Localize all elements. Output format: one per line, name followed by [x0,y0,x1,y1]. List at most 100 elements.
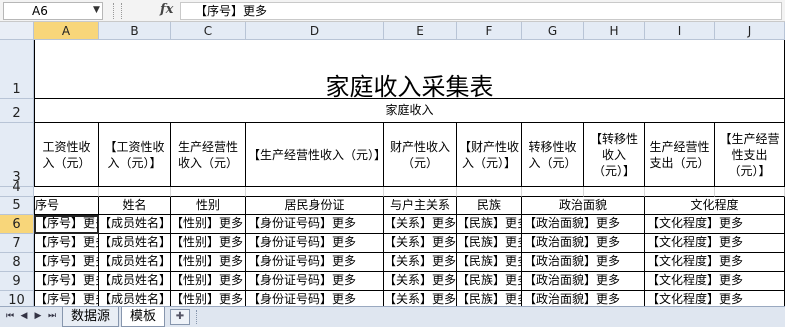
member-cell-gender[interactable]: 【性别】更多 [171,215,246,234]
row-header-6[interactable]: 6 [0,215,34,234]
member-cell-political[interactable]: 【政治面貌】更多 [522,272,645,291]
income-header[interactable]: 【转移性收入（元）】 [584,123,645,187]
member-header-gender[interactable]: 性别 [171,197,246,215]
section-header-family-income[interactable]: 家庭收入 [34,99,785,123]
member-cell-ethnicity[interactable]: 【民族】更多 [457,234,522,253]
income-header[interactable]: 生产经营性支出（元） [645,123,715,187]
row-header-8[interactable]: 8 [0,253,34,272]
report-title[interactable]: 家庭收入采集表 [34,40,785,99]
column-header-i[interactable]: I [645,22,715,40]
new-sheet-icon[interactable]: ✚ [170,309,190,325]
member-cell-id-card[interactable]: 【身份证号码】更多 [246,253,384,272]
blank-cell[interactable] [99,187,171,197]
member-cell-gender[interactable]: 【性别】更多 [171,234,246,253]
member-cell-gender[interactable]: 【性别】更多 [171,253,246,272]
income-header[interactable]: 【生产经营性收入（元）】 [246,123,384,187]
blank-cell[interactable] [34,187,99,197]
member-cell-seq[interactable]: 【序号】更多 [34,253,99,272]
member-cell-seq[interactable]: 【序号】更多 [34,234,99,253]
member-cell-gender[interactable]: 【性别】更多 [171,272,246,291]
income-header[interactable]: 工资性收入（元） [34,123,99,187]
sheet-tab-template[interactable]: 模板 [121,307,166,327]
income-header[interactable]: 财产性收入（元） [384,123,457,187]
income-header[interactable]: 生产经营性收入（元） [171,123,246,187]
member-cell-name[interactable]: 【成员姓名】 [99,253,171,272]
column-header-a[interactable]: A [34,22,99,40]
column-header-f[interactable]: F [457,22,522,40]
member-cell-education[interactable]: 【文化程度】更多 [645,253,785,272]
formula-bar-splitter[interactable] [113,3,122,19]
member-header-id-card[interactable]: 居民身份证 [246,197,384,215]
formula-input[interactable]: 【序号】更多 [180,2,782,20]
member-cell-ethnicity[interactable]: 【民族】更多 [457,272,522,291]
member-cell-ethnicity[interactable]: 【民族】更多 [457,215,522,234]
column-header-e[interactable]: E [384,22,457,40]
member-header-relation[interactable]: 与户主关系 [384,197,457,215]
member-cell-relation[interactable]: 【关系】更多 [384,291,457,306]
member-header-ethnicity[interactable]: 民族 [457,197,522,215]
member-cell-name[interactable]: 【成员姓名】 [99,291,171,306]
column-header-g[interactable]: G [522,22,584,40]
member-cell-name[interactable]: 【成员姓名】 [99,215,171,234]
member-cell-education[interactable]: 【文化程度】更多 [645,215,785,234]
row-header-1[interactable]: 1 [0,40,34,99]
member-cell-education[interactable]: 【文化程度】更多 [645,234,785,253]
income-header[interactable]: 【工资性收入（元）】 [99,123,171,187]
blank-cell[interactable] [522,187,584,197]
column-header-c[interactable]: C [171,22,246,40]
member-cell-relation[interactable]: 【关系】更多 [384,272,457,291]
column-header-b[interactable]: B [99,22,171,40]
member-cell-political[interactable]: 【政治面貌】更多 [522,291,645,306]
member-cell-ethnicity[interactable]: 【民族】更多 [457,253,522,272]
column-header-d[interactable]: D [246,22,384,40]
column-header-h[interactable]: H [584,22,645,40]
row-header-5[interactable]: 5 [0,197,34,215]
member-cell-id-card[interactable]: 【身份证号码】更多 [246,291,384,306]
name-box[interactable]: A6 [3,2,103,20]
member-cell-relation[interactable]: 【关系】更多 [384,234,457,253]
column-header-j[interactable]: J [715,22,785,40]
member-cell-political[interactable]: 【政治面貌】更多 [522,215,645,234]
member-cell-name[interactable]: 【成员姓名】 [99,272,171,291]
member-cell-education[interactable]: 【文化程度】更多 [645,291,785,306]
member-cell-id-card[interactable]: 【身份证号码】更多 [246,215,384,234]
member-cell-education[interactable]: 【文化程度】更多 [645,272,785,291]
last-sheet-icon[interactable]: ⏭ [46,311,58,321]
income-header[interactable]: 【财产性收入（元）】 [457,123,522,187]
member-cell-relation[interactable]: 【关系】更多 [384,215,457,234]
member-header-seq[interactable]: 序号 [34,197,99,215]
chevron-down-icon[interactable]: ▼ [93,5,100,15]
row-header-3[interactable]: 3 [0,123,34,187]
first-sheet-icon[interactable]: ⏮ [4,311,16,321]
income-header[interactable]: 【生产经营性支出（元）】 [715,123,785,187]
member-cell-gender[interactable]: 【性别】更多 [171,291,246,306]
row-header-7[interactable]: 7 [0,234,34,253]
row-header-9[interactable]: 9 [0,272,34,291]
member-cell-political[interactable]: 【政治面貌】更多 [522,234,645,253]
member-header-political[interactable]: 政治面貌 [522,197,645,215]
member-header-name[interactable]: 姓名 [99,197,171,215]
member-cell-seq[interactable]: 【序号】更多 [34,291,99,306]
blank-cell[interactable] [715,187,785,197]
blank-cell[interactable] [384,187,457,197]
blank-cell[interactable] [457,187,522,197]
blank-cell[interactable] [246,187,384,197]
member-cell-id-card[interactable]: 【身份证号码】更多 [246,272,384,291]
function-icon[interactable]: fx [160,2,173,17]
row-header-4[interactable]: 4 [0,180,34,197]
member-cell-relation[interactable]: 【关系】更多 [384,253,457,272]
next-sheet-icon[interactable]: ▶ [32,311,44,321]
blank-cell[interactable] [584,187,645,197]
member-cell-ethnicity[interactable]: 【民族】更多 [457,291,522,306]
row-header-10[interactable]: 10 [0,291,34,306]
row-header-2[interactable]: 2 [0,99,34,123]
blank-cell[interactable] [171,187,246,197]
member-cell-seq[interactable]: 【序号】更多 [34,272,99,291]
member-cell-political[interactable]: 【政治面貌】更多 [522,253,645,272]
income-header[interactable]: 转移性收入（元） [522,123,584,187]
member-cell-seq[interactable]: 【序号】更多 [34,215,99,234]
member-header-education[interactable]: 文化程度 [645,197,785,215]
prev-sheet-icon[interactable]: ◀ [18,311,30,321]
member-cell-name[interactable]: 【成员姓名】 [99,234,171,253]
select-all-corner[interactable] [0,22,34,40]
